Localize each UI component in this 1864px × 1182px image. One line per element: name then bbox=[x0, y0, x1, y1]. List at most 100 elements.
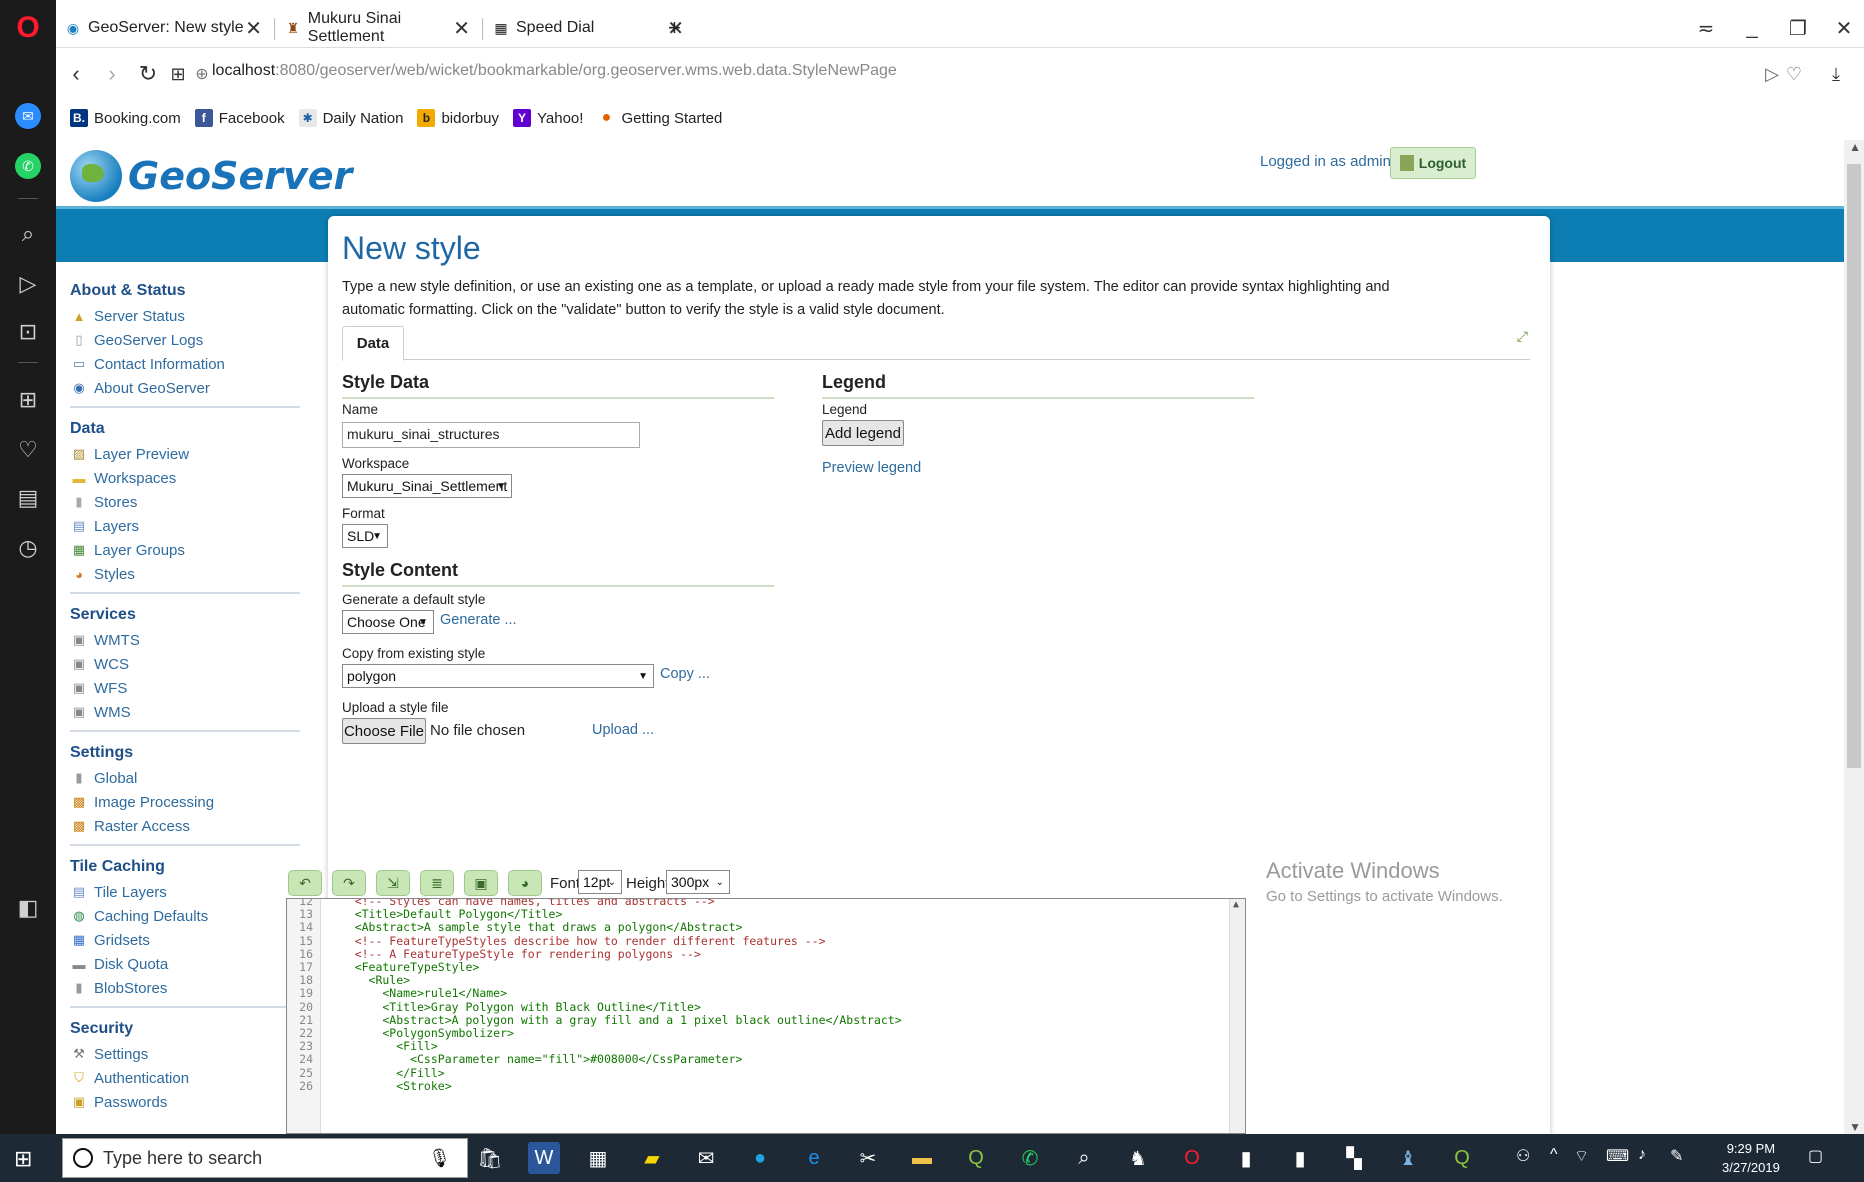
tab-data[interactable]: Data bbox=[342, 326, 404, 361]
height-select[interactable]: 300px ⌄ bbox=[666, 870, 730, 894]
code-editor[interactable]: 12 <!-- Styles can have names, titles an… bbox=[286, 898, 1246, 1134]
tab-mukuru[interactable]: ♜ Mukuru Sinai Settlement ✕ bbox=[276, 8, 480, 48]
speed-dial-icon[interactable]: ⊞ bbox=[0, 380, 56, 420]
new-tab-button[interactable]: + bbox=[660, 8, 690, 48]
nav-raster-access[interactable]: ▩ Raster Access bbox=[70, 814, 302, 838]
messenger-icon[interactable]: ✉ bbox=[0, 96, 56, 136]
nav-tile-layers[interactable]: ▤ Tile Layers bbox=[70, 880, 302, 904]
microphone-icon[interactable]: 🎙 bbox=[428, 1148, 451, 1169]
news-icon[interactable]: ▤ bbox=[0, 478, 56, 518]
flow-icon[interactable]: ▷ bbox=[0, 264, 56, 304]
nav-wcs[interactable]: ▣ WCS bbox=[70, 652, 302, 676]
scroll-down-icon[interactable]: ▼ bbox=[1849, 1120, 1861, 1134]
nav-workspaces[interactable]: ▬ Workspaces bbox=[70, 466, 302, 490]
redo-icon[interactable]: ↷ bbox=[332, 870, 366, 896]
camera-icon[interactable]: ⊡ bbox=[0, 312, 56, 352]
close-icon[interactable]: ✕ bbox=[245, 16, 262, 41]
nav-gridsets[interactable]: ▦ Gridsets bbox=[70, 928, 302, 952]
qgis-icon[interactable]: Q bbox=[960, 1142, 992, 1174]
tab-geoserver[interactable]: ◉ GeoServer: New style ✕ bbox=[56, 8, 272, 48]
opera-logo-icon[interactable]: O bbox=[0, 8, 56, 48]
copy-style-select[interactable]: polygon ▼ bbox=[342, 664, 654, 688]
opera-taskbar-icon[interactable]: O bbox=[1176, 1142, 1208, 1174]
maximize-icon[interactable]: ❐ bbox=[1776, 8, 1820, 48]
forward-icon[interactable]: › bbox=[96, 58, 128, 90]
windows-start-icon[interactable]: ⊞ bbox=[14, 1146, 32, 1172]
font-size-select[interactable]: 12pt ⌄ bbox=[578, 870, 622, 894]
nav-geoserver-logs[interactable]: ▯ GeoServer Logs bbox=[70, 328, 302, 352]
calculator-icon[interactable]: ▦ bbox=[582, 1142, 614, 1174]
bookmark-getting-started[interactable]: ● Getting Started bbox=[597, 109, 722, 127]
nav-security-settings[interactable]: ⚒ Settings bbox=[70, 1042, 302, 1066]
search-icon[interactable]: ⌕ bbox=[0, 214, 56, 254]
taskbar-clock[interactable]: 9:29 PM 3/27/2019 bbox=[1722, 1139, 1780, 1177]
reload-icon[interactable]: ↻ bbox=[132, 58, 164, 90]
geoserver-logo[interactable]: GeoServer bbox=[70, 150, 352, 202]
notifications-icon[interactable]: ▢ bbox=[1808, 1146, 1823, 1166]
nav-stores[interactable]: ▮ Stores bbox=[70, 490, 302, 514]
heart-icon[interactable]: ♡ bbox=[0, 430, 56, 470]
generate-select[interactable]: Choose One ▼ bbox=[342, 610, 434, 634]
search-tool-icon[interactable]: ⌕ bbox=[1068, 1142, 1100, 1174]
snip-icon[interactable]: ✂ bbox=[852, 1142, 884, 1174]
sticky-notes-icon[interactable]: ▰ bbox=[636, 1142, 668, 1174]
page-scrollbar[interactable]: ▲ ▼ bbox=[1844, 140, 1864, 1134]
document-icon[interactable]: ▮ bbox=[1284, 1142, 1316, 1174]
history-icon[interactable]: ◷ bbox=[0, 528, 56, 568]
people-icon[interactable]: ⚇ bbox=[1516, 1146, 1530, 1166]
bookmark-booking[interactable]: B. Booking.com bbox=[70, 109, 181, 127]
image-icon[interactable]: ▣ bbox=[464, 870, 498, 896]
mail-icon[interactable]: ✉ bbox=[690, 1142, 722, 1174]
bookmark-bidorbuy[interactable]: b bidorbuy bbox=[417, 109, 499, 127]
store-icon[interactable]: 🛍 bbox=[474, 1142, 506, 1174]
keyboard-icon[interactable]: ⌨ bbox=[1606, 1146, 1629, 1166]
nav-layers[interactable]: ▤ Layers bbox=[70, 514, 302, 538]
sidebar-toggle-icon[interactable]: ◧ bbox=[0, 888, 56, 928]
nav-disk-quota[interactable]: ▬ Disk Quota bbox=[70, 952, 302, 976]
nav-wmts[interactable]: ▣ WMTS bbox=[70, 628, 302, 652]
generate-link[interactable]: Generate ... bbox=[440, 612, 517, 628]
editor-scrollbar[interactable]: ▲ bbox=[1229, 899, 1245, 1133]
pen-icon[interactable]: ✎ bbox=[1670, 1146, 1683, 1166]
whatsapp-icon[interactable]: ✆ bbox=[0, 146, 56, 186]
word-icon[interactable]: W bbox=[528, 1142, 560, 1174]
nav-styles[interactable]: ◕ Styles bbox=[70, 562, 302, 586]
edge-icon[interactable]: e bbox=[798, 1142, 830, 1174]
tray-chevron-icon[interactable]: ^ bbox=[1550, 1146, 1558, 1164]
name-input[interactable]: mukuru_sinai_structures bbox=[342, 422, 640, 448]
back-icon[interactable]: ‹ bbox=[60, 58, 92, 90]
nav-caching-defaults[interactable]: ◍ Caching Defaults bbox=[70, 904, 302, 928]
postgresql-icon[interactable]: ♝ bbox=[1392, 1142, 1424, 1174]
bookmark-facebook[interactable]: f Facebook bbox=[194, 109, 285, 127]
nav-image-processing[interactable]: ▩ Image Processing bbox=[70, 790, 302, 814]
file-explorer-icon[interactable]: ▬ bbox=[906, 1142, 938, 1174]
logout-button[interactable]: Logout bbox=[1390, 147, 1476, 179]
undo-icon[interactable]: ↶ bbox=[288, 870, 322, 896]
nav-about-geoserver[interactable]: ◉ About GeoServer bbox=[70, 376, 302, 400]
fullscreen-icon[interactable]: ⤢ bbox=[1517, 328, 1528, 345]
nav-authentication[interactable]: ⛉ Authentication bbox=[70, 1066, 302, 1090]
add-legend-button[interactable]: Add legend bbox=[822, 420, 904, 446]
nav-passwords[interactable]: ▣ Passwords bbox=[70, 1090, 302, 1114]
nav-server-status[interactable]: ▲ Server Status bbox=[70, 304, 302, 328]
volume-icon[interactable]: ♪ bbox=[1638, 1146, 1646, 1164]
nav-contact-information[interactable]: ▭ Contact Information bbox=[70, 352, 302, 376]
window-close-icon[interactable]: ✕ bbox=[1822, 8, 1864, 48]
qgis-icon[interactable]: Q bbox=[1446, 1142, 1478, 1174]
bookmark-daily-nation[interactable]: ✱ Daily Nation bbox=[298, 109, 403, 127]
video-editor-icon[interactable]: ▚ bbox=[1338, 1142, 1370, 1174]
nav-wfs[interactable]: ▣ WFS bbox=[70, 676, 302, 700]
go-to-line-icon[interactable]: ⇲ bbox=[376, 870, 410, 896]
whatsapp-taskbar-icon[interactable]: ✆ bbox=[1014, 1142, 1046, 1174]
bookmark-heart-icon[interactable]: ♡ bbox=[1778, 58, 1810, 90]
download-icon[interactable]: ⤓ bbox=[1820, 58, 1852, 90]
minimize-icon[interactable]: _ bbox=[1730, 8, 1774, 48]
tab-menu-icon[interactable]: ≂ bbox=[1684, 8, 1728, 48]
nav-wms[interactable]: ▣ WMS bbox=[70, 700, 302, 724]
preview-legend-link[interactable]: Preview legend bbox=[822, 460, 921, 476]
scroll-up-icon[interactable]: ▲ bbox=[1849, 140, 1861, 154]
close-icon[interactable]: ✕ bbox=[453, 16, 470, 41]
format-select[interactable]: SLD ▼ bbox=[342, 524, 388, 548]
taskbar-search-input[interactable]: Type here to search 🎙 bbox=[62, 1138, 468, 1178]
upload-link[interactable]: Upload ... bbox=[592, 722, 654, 738]
